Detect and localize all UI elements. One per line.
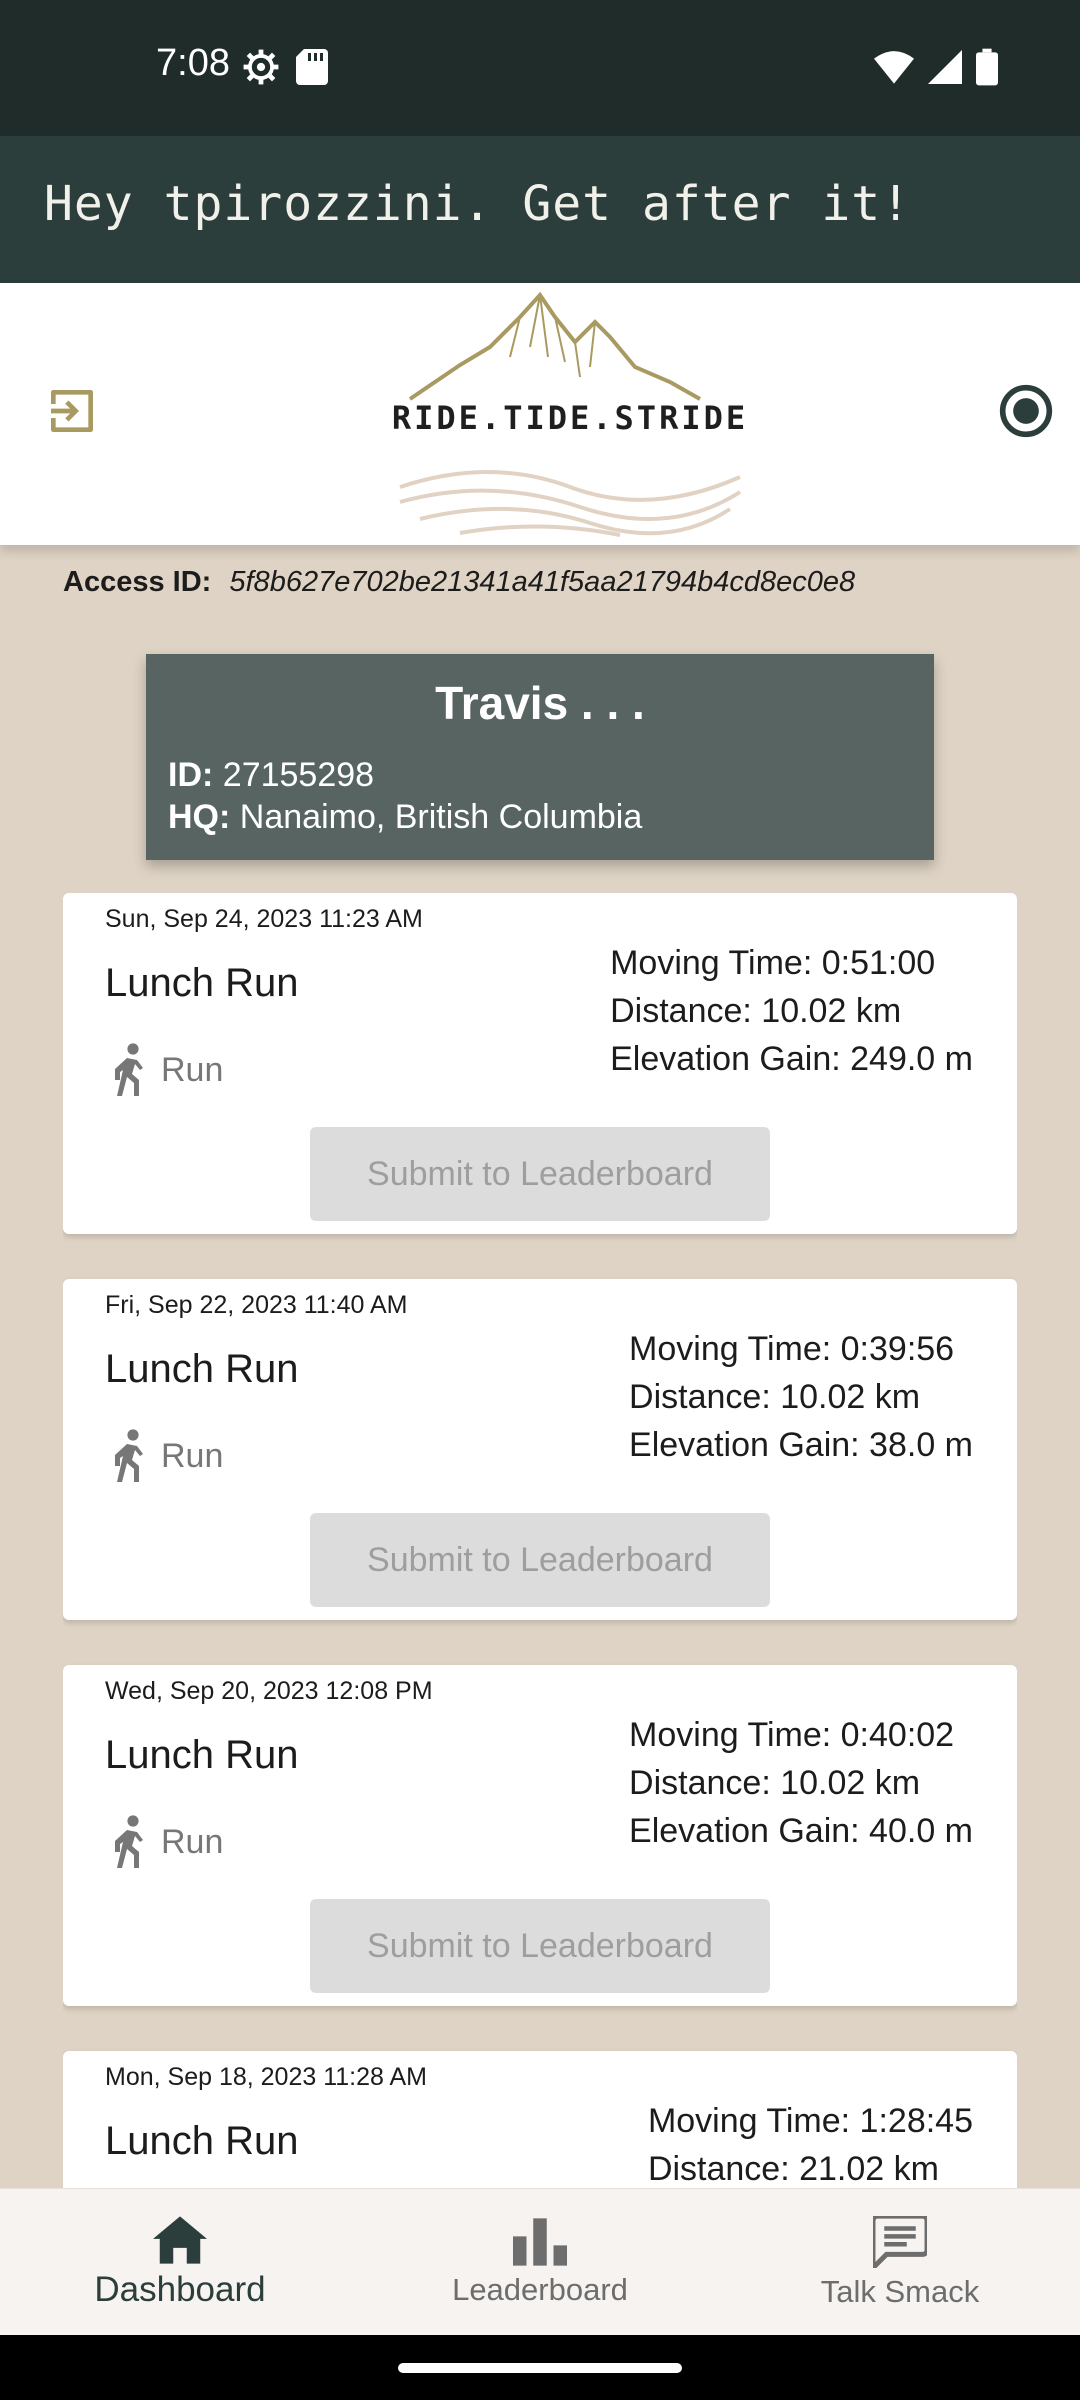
moving-time: Moving Time: 0:40:02 bbox=[629, 1716, 955, 1754]
activity-card: Wed, Sep 20, 2023 12:08 PM Lunch Run Run… bbox=[63, 1665, 1017, 2006]
status-time: 7:08 bbox=[156, 42, 230, 84]
greeting-banner: Hey tpirozzini. Get after it! bbox=[0, 136, 1080, 283]
settings-gear-icon bbox=[243, 49, 279, 85]
activity-stats: Moving Time: 0:40:02 Distance: 10.02 km … bbox=[629, 1711, 973, 1855]
activity-stats: Moving Time: 0:39:56 Distance: 10.02 km … bbox=[629, 1325, 973, 1469]
distance: Distance: 21.02 km bbox=[647, 2150, 939, 2188]
status-bar: 7:08 bbox=[0, 0, 1080, 136]
sd-card-icon bbox=[296, 49, 328, 85]
activity-type: Run bbox=[105, 1041, 223, 1099]
activity-title: Lunch Run bbox=[105, 1347, 299, 1391]
activity-date: Fri, Sep 22, 2023 11:40 AM bbox=[105, 1291, 408, 1319]
profile-id: ID: 27155298 bbox=[168, 756, 374, 795]
activity-card: Fri, Sep 22, 2023 11:40 AM Lunch Run Run… bbox=[63, 1279, 1017, 1620]
app-logo: RIDE.TIDE.STRIDE bbox=[370, 287, 770, 541]
profile-name: Travis . . . bbox=[435, 677, 645, 729]
nav-dashboard[interactable]: Dashboard bbox=[0, 2189, 360, 2336]
greeting-text: Hey tpirozzini. Get after it! bbox=[44, 176, 912, 232]
chat-icon bbox=[873, 2215, 927, 2268]
home-icon bbox=[153, 2215, 207, 2264]
activity-stats: Moving Time: 1:28:45 Distance: 21.02 km bbox=[648, 2097, 973, 2188]
nav-dashboard-label: Dashboard bbox=[94, 2269, 266, 2309]
activity-title: Lunch Run bbox=[105, 961, 299, 1005]
runner-icon bbox=[115, 1815, 143, 1868]
elevation-gain: Elevation Gain: 40.0 m bbox=[629, 1812, 973, 1850]
system-navigation-bar bbox=[0, 2335, 1080, 2400]
logo-text: RIDE.TIDE.STRIDE bbox=[391, 399, 749, 437]
nav-leaderboard[interactable]: Leaderboard bbox=[360, 2189, 720, 2336]
profile-card: Travis . . . ID: 27155298 HQ: Nanaimo, B… bbox=[146, 654, 934, 860]
activity-type-label: Run bbox=[161, 1050, 224, 1089]
nav-leaderboard-label: Leaderboard bbox=[452, 2271, 628, 2307]
activity-date: Sun, Sep 24, 2023 11:23 AM bbox=[105, 905, 423, 933]
cellular-signal-icon bbox=[928, 50, 962, 84]
access-id-label: Access ID: bbox=[63, 566, 212, 598]
activity-type: Run bbox=[105, 1427, 223, 1485]
activity-card: Sun, Sep 24, 2023 11:23 AM Lunch Run Run… bbox=[63, 893, 1017, 1234]
activity-stats: Moving Time: 0:51:00 Distance: 10.02 km … bbox=[610, 939, 973, 1083]
profile-hq-label: HQ: bbox=[168, 798, 231, 836]
elevation-gain: Elevation Gain: 38.0 m bbox=[629, 1426, 973, 1464]
wifi-icon bbox=[874, 51, 914, 84]
record-icon[interactable] bbox=[998, 383, 1054, 439]
nav-talk-smack-label: Talk Smack bbox=[820, 2273, 980, 2309]
app-header: RIDE.TIDE.STRIDE bbox=[0, 283, 1080, 545]
activity-card: Mon, Sep 18, 2023 11:28 AM Lunch Run Mov… bbox=[63, 2051, 1017, 2188]
activity-title: Lunch Run bbox=[105, 2119, 299, 2163]
nav-talk-smack[interactable]: Talk Smack bbox=[720, 2189, 1080, 2336]
moving-time: Moving Time: 0:51:00 bbox=[610, 944, 936, 982]
activity-title: Lunch Run bbox=[105, 1733, 299, 1777]
bar-chart-icon bbox=[513, 2217, 567, 2266]
activity-list[interactable]: Sun, Sep 24, 2023 11:23 AM Lunch Run Run… bbox=[63, 893, 1017, 2188]
bottom-navigation: Dashboard Leaderboard Talk Smack bbox=[0, 2188, 1080, 2336]
runner-icon bbox=[115, 1429, 143, 1482]
activity-type: Run bbox=[105, 1813, 223, 1871]
profile-id-value: 27155298 bbox=[222, 756, 375, 794]
submit-to-leaderboard-button[interactable]: Submit to Leaderboard bbox=[310, 1513, 770, 1607]
logout-icon[interactable] bbox=[44, 383, 100, 439]
moving-time: Moving Time: 1:28:45 bbox=[647, 2102, 973, 2140]
activity-date: Wed, Sep 20, 2023 12:08 PM bbox=[105, 1677, 433, 1705]
activity-date: Mon, Sep 18, 2023 11:28 AM bbox=[105, 2063, 427, 2091]
battery-icon bbox=[976, 48, 998, 86]
moving-time: Moving Time: 0:39:56 bbox=[629, 1330, 955, 1368]
activity-type-label: Run bbox=[161, 1822, 224, 1861]
distance: Distance: 10.02 km bbox=[629, 1764, 921, 1802]
elevation-gain: Elevation Gain: 249.0 m bbox=[610, 1040, 973, 1078]
submit-to-leaderboard-button[interactable]: Submit to Leaderboard bbox=[310, 1899, 770, 1993]
submit-to-leaderboard-button[interactable]: Submit to Leaderboard bbox=[310, 1127, 770, 1221]
activity-type-label: Run bbox=[161, 1436, 224, 1475]
access-id-row: Access ID: 5f8b627e702be21341a41f5aa2179… bbox=[63, 566, 855, 599]
distance: Distance: 10.02 km bbox=[610, 992, 902, 1030]
access-id-value: 5f8b627e702be21341a41f5aa21794b4cd8ec0e8 bbox=[229, 566, 856, 598]
distance: Distance: 10.02 km bbox=[629, 1378, 921, 1416]
runner-icon bbox=[115, 1043, 143, 1096]
profile-hq-value: Nanaimo, British Columbia bbox=[239, 798, 643, 836]
profile-id-label: ID: bbox=[168, 756, 214, 794]
home-gesture-pill[interactable] bbox=[398, 2363, 682, 2373]
profile-hq: HQ: Nanaimo, British Columbia bbox=[168, 798, 642, 837]
